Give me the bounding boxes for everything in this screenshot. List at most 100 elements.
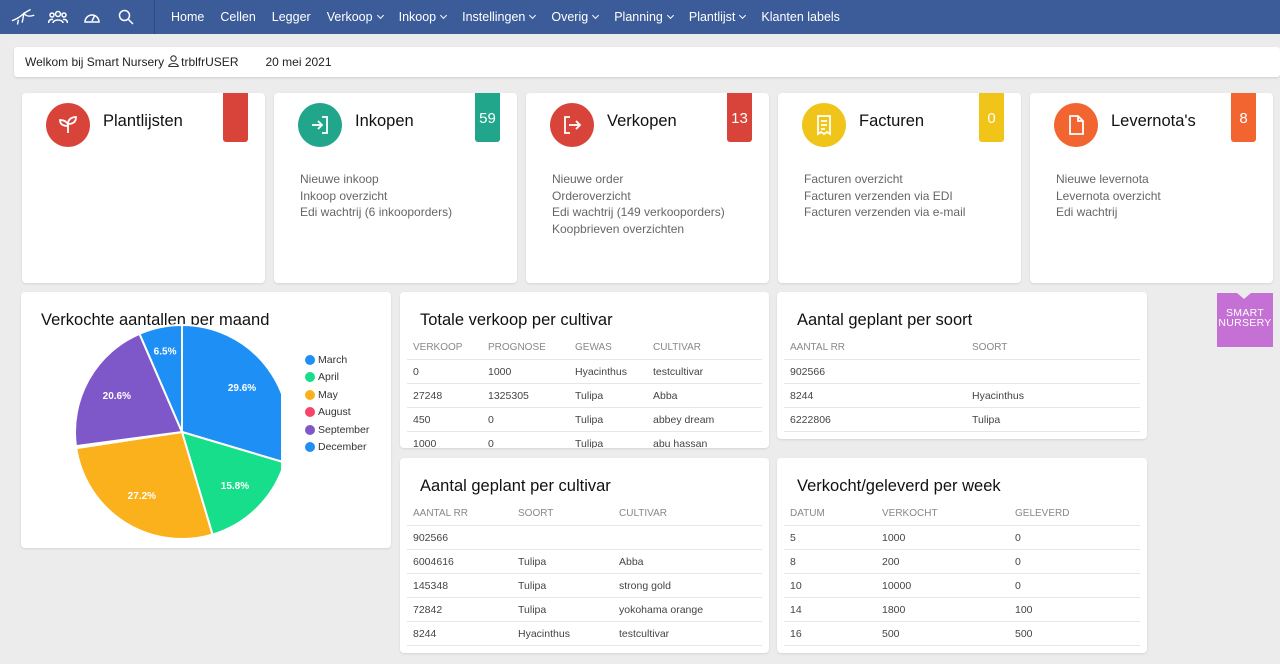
chevron-down-icon xyxy=(440,11,448,20)
verkocht-week-panel: Verkocht/geleverd per week DATUM VERKOCHT G… xyxy=(777,458,1147,653)
login-icon xyxy=(298,103,342,147)
table-cell: 14 xyxy=(790,603,802,616)
table-row[interactable]: 6004616 Tulipa Abba xyxy=(407,550,762,574)
legend-item-september[interactable]: September xyxy=(305,421,369,439)
table-row[interactable]: 10 10000 0 xyxy=(784,574,1140,598)
tile-links: Nieuwe levernota Levernota overzicht Edi w… xyxy=(1056,171,1161,221)
tile-link[interactable]: Edi wachtrij (149 verkooporders) xyxy=(552,204,725,221)
legend-item-march[interactable]: March xyxy=(305,351,369,369)
table-cell: yokohama orange xyxy=(619,603,704,616)
tile-link[interactable]: Koopbrieven overzichten xyxy=(552,221,725,238)
pie-slice-label: 29.6% xyxy=(228,383,256,394)
table-row[interactable]: 1000 0 Tulipa abu hassan xyxy=(407,432,762,449)
table-header: DATUM VERKOCHT GELEVERD xyxy=(784,502,1140,526)
table-row[interactable]: 27248 1325305 Tulipa Abba xyxy=(407,384,762,408)
column-header[interactable]: CULTIVAR xyxy=(653,342,753,353)
nav-item-plantlijst[interactable]: Plantlijst xyxy=(681,0,754,34)
table-row[interactable]: 16 500 500 xyxy=(784,622,1140,646)
table-cell: 100 xyxy=(1015,603,1033,616)
nav-item-instellingen[interactable]: Instellingen xyxy=(454,0,543,34)
dashboard-gauge-icon[interactable] xyxy=(78,0,106,34)
tile-plantlijsten[interactable]: Plantlijsten xyxy=(22,93,265,283)
tile-link[interactable]: Facturen verzenden via e-mail xyxy=(804,204,965,221)
column-header[interactable]: GELEVERD xyxy=(1015,508,1135,519)
tile-link[interactable]: Facturen verzenden via EDI xyxy=(804,188,965,205)
table-row[interactable]: 72842 Tulipa yokohama orange xyxy=(407,598,762,622)
column-header[interactable]: GEWAS xyxy=(575,342,653,353)
table-cell: Hyacinthus xyxy=(518,627,570,640)
table-cell: Tulipa xyxy=(518,579,547,592)
table-cell: 1000 xyxy=(413,437,437,449)
bird-logo-icon[interactable] xyxy=(10,0,38,34)
data-table: AANTAL RR SOORT 902566 8244 Hyacinthus 622280… xyxy=(784,336,1140,432)
tile-link[interactable]: Orderoverzicht xyxy=(552,188,725,205)
tile-title: Verkopen xyxy=(607,112,677,130)
column-header[interactable]: VERKOCHT xyxy=(882,508,1015,519)
column-header[interactable]: SOORT xyxy=(518,508,619,519)
tile-link[interactable]: Edi wachtrij xyxy=(1056,204,1161,221)
tile-inkopen[interactable]: Inkopen 59 Nieuwe inkoop Inkoop overzicht Ed… xyxy=(274,93,517,283)
tile-link[interactable]: Nieuwe levernota xyxy=(1056,171,1161,188)
table-row[interactable]: 450 0 Tulipa abbey dream xyxy=(407,408,762,432)
table-row[interactable]: 14 1800 100 xyxy=(784,598,1140,622)
tile-facturen[interactable]: Facturen 0 Facturen overzicht Facturen verz… xyxy=(778,93,1021,283)
column-header[interactable]: VERKOOP xyxy=(413,342,488,353)
table-row[interactable]: 8 200 0 xyxy=(784,550,1140,574)
table-row[interactable]: 902566 xyxy=(407,526,762,550)
table-cell: 200 xyxy=(882,555,900,568)
table-cell: 500 xyxy=(882,627,900,640)
table-row[interactable]: 8244 Hyacinthus testcultivar xyxy=(407,622,762,646)
column-header[interactable]: AANTAL RR xyxy=(790,342,972,353)
table-cell: 72842 xyxy=(413,603,443,616)
logo-line-2: NURSERY xyxy=(1218,317,1272,329)
column-header[interactable]: SOORT xyxy=(972,342,1132,353)
invoice-icon xyxy=(802,103,846,147)
nav-item-label: Inkoop xyxy=(398,10,437,24)
tile-levernotas[interactable]: Levernota's 8 Nieuwe levernota Levernota ov… xyxy=(1030,93,1273,283)
users-icon[interactable] xyxy=(44,0,72,34)
nav-item-legger[interactable]: Legger xyxy=(264,0,319,34)
legend-item-august[interactable]: August xyxy=(305,404,369,422)
column-header[interactable]: AANTAL RR xyxy=(413,508,518,519)
table-row[interactable]: 6222806 Tulipa xyxy=(784,408,1140,432)
count-badge xyxy=(223,93,248,142)
table-cell: Tulipa xyxy=(518,555,547,568)
table-header: VERKOOP PROGNOSE GEWAS CULTIVAR xyxy=(407,336,762,360)
table-row[interactable]: 0 1000 Hyacinthus testcultivar xyxy=(407,360,762,384)
tile-link[interactable]: Levernota overzicht xyxy=(1056,188,1161,205)
table-cell: 0 xyxy=(1015,579,1021,592)
nav-item-overig[interactable]: Overig xyxy=(543,0,606,34)
tile-link[interactable]: Nieuwe order xyxy=(552,171,725,188)
geplant-cultivar-panel: Aantal geplant per cultivar AANTAL RR SOOR… xyxy=(400,458,769,653)
panel-title: Totale verkoop per cultivar xyxy=(420,311,613,329)
nav-item-verkoop[interactable]: Verkoop xyxy=(319,0,391,34)
column-header[interactable]: DATUM xyxy=(790,508,882,519)
column-header[interactable]: PROGNOSE xyxy=(488,342,575,353)
table-cell: Hyacinthus xyxy=(972,389,1024,402)
nav-item-planning[interactable]: Planning xyxy=(606,0,681,34)
search-icon[interactable] xyxy=(112,0,140,34)
table-row[interactable]: 8244 Hyacinthus xyxy=(784,384,1140,408)
top-navbar: Home Cellen Legger Verkoop Inkoop Instellinge… xyxy=(0,0,1280,34)
table-row[interactable]: 145348 Tulipa strong gold xyxy=(407,574,762,598)
table-row[interactable]: 902566 xyxy=(784,360,1140,384)
count-badge: 0 xyxy=(979,93,1004,142)
table-row[interactable]: 5 1000 0 xyxy=(784,526,1140,550)
column-header[interactable]: CULTIVAR xyxy=(619,508,759,519)
legend-item-april[interactable]: April xyxy=(305,369,369,387)
nav-icon-group xyxy=(0,0,155,34)
nav-item-cellen[interactable]: Cellen xyxy=(212,0,263,34)
tile-verkopen[interactable]: Verkopen 13 Nieuwe order Orderoverzicht Edi … xyxy=(526,93,769,283)
nav-item-home[interactable]: Home xyxy=(163,0,212,34)
tile-link[interactable]: Nieuwe inkoop xyxy=(300,171,452,188)
nav-item-klanten-labels[interactable]: Klanten labels xyxy=(753,0,848,34)
tile-link[interactable]: Facturen overzicht xyxy=(804,171,965,188)
legend-item-december[interactable]: December xyxy=(305,439,369,457)
tile-link[interactable]: Edi wachtrij (6 inkooporders) xyxy=(300,204,452,221)
legend-dot xyxy=(305,389,315,400)
table-cell: 450 xyxy=(413,413,431,426)
legend-item-may[interactable]: May xyxy=(305,386,369,404)
nav-item-inkoop[interactable]: Inkoop xyxy=(391,0,455,34)
tile-link[interactable]: Inkoop overzicht xyxy=(300,188,452,205)
table-cell: 1000 xyxy=(882,531,906,544)
